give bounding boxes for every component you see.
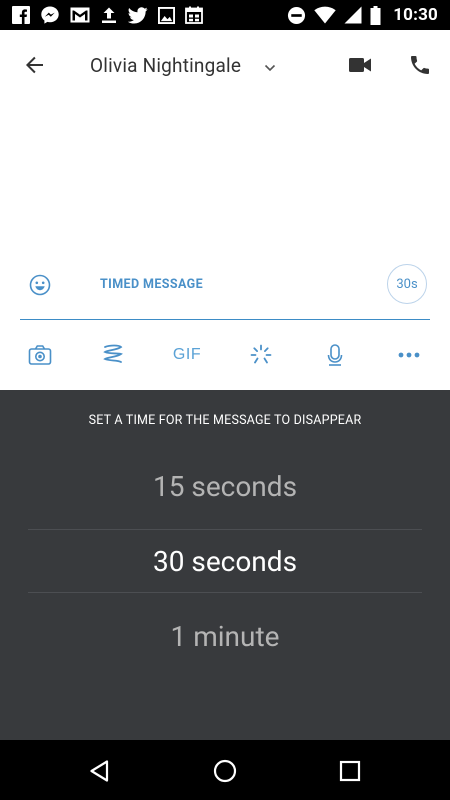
wifi-icon [314, 6, 336, 24]
camera-icon[interactable] [27, 343, 53, 367]
message-composer: TIMED MESSAGE 30s GIF [0, 100, 450, 390]
option-30-seconds[interactable]: 30 seconds [0, 545, 450, 578]
back-arrow-icon[interactable] [22, 52, 48, 78]
option-15-seconds[interactable]: 15 seconds [0, 470, 450, 503]
gmail-icon [70, 7, 90, 23]
time-picker-panel: SET A TIME FOR THE MESSAGE TO DISAPPEAR … [0, 390, 450, 740]
status-bar: 10:30 [0, 0, 450, 30]
option-divider [28, 592, 422, 593]
calendar-icon [185, 6, 203, 24]
twitter-icon [128, 6, 148, 24]
nav-back-icon[interactable] [87, 758, 113, 784]
timer-value: 30s [396, 276, 418, 292]
scribble-icon[interactable] [100, 343, 126, 367]
signal-icon [344, 6, 362, 24]
timer-button[interactable]: 30s [387, 264, 427, 304]
more-icon[interactable] [396, 343, 422, 367]
time-picker-title: SET A TIME FOR THE MESSAGE TO DISAPPEAR [88, 413, 362, 428]
timed-message-input[interactable]: TIMED MESSAGE [100, 277, 203, 292]
microphone-icon[interactable] [322, 343, 348, 367]
upload-icon [100, 6, 118, 24]
gif-icon[interactable]: GIF [172, 343, 202, 367]
video-call-icon[interactable] [348, 55, 372, 75]
emoji-icon[interactable] [29, 274, 51, 296]
gif-label: GIF [172, 346, 202, 363]
contact-name[interactable]: Olivia Nightingale [90, 54, 241, 77]
facebook-icon [12, 6, 30, 24]
nav-recents-icon[interactable] [337, 758, 363, 784]
nav-home-icon[interactable] [212, 758, 238, 784]
system-icons: 10:30 [287, 5, 438, 25]
sparkle-icon[interactable] [248, 343, 274, 367]
battery-icon [370, 5, 381, 25]
do-not-disturb-icon [287, 6, 306, 25]
composer-toolbar: GIF [0, 335, 450, 375]
navigation-bar [0, 740, 450, 800]
conversation-header: Olivia Nightingale [0, 30, 450, 101]
option-divider [28, 529, 422, 530]
input-underline [20, 319, 430, 320]
phone-icon[interactable] [408, 53, 432, 77]
chevron-down-icon[interactable] [263, 59, 277, 72]
notification-icons [12, 5, 203, 25]
messenger-icon [40, 5, 60, 25]
image-icon [158, 6, 175, 24]
clock: 10:30 [393, 5, 438, 25]
option-1-minute[interactable]: 1 minute [0, 620, 450, 653]
